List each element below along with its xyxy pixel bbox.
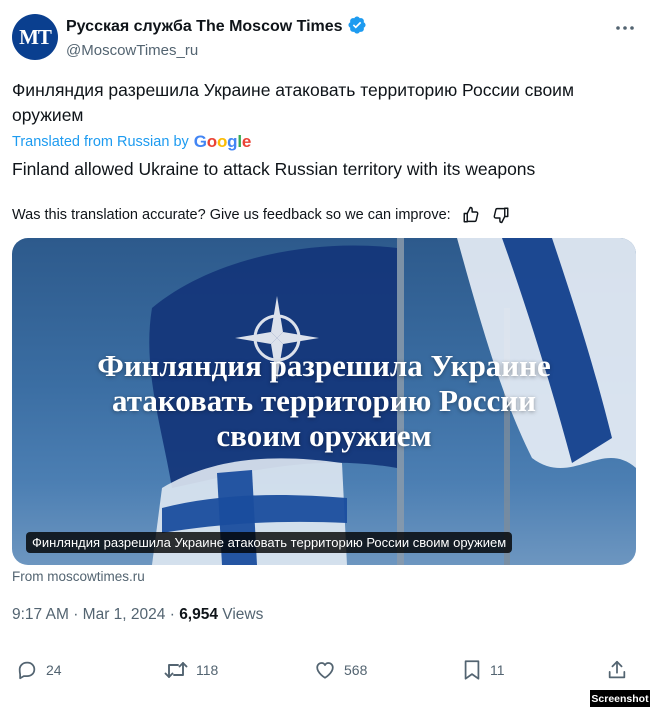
headline-line-3: своим оружием xyxy=(216,418,432,453)
link-card[interactable]: Финляндия разрешила Украине атаковать те… xyxy=(12,238,636,565)
author-handle[interactable]: @MoscowTimes_ru xyxy=(66,42,367,59)
tweet-translation: Finland allowed Ukraine to attack Russia… xyxy=(12,159,536,179)
thumbs-up-icon[interactable] xyxy=(461,205,481,225)
headline-line-2: атаковать территорию России xyxy=(112,383,536,418)
card-source[interactable]: From moscowtimes.ru xyxy=(12,569,145,584)
bookmark-count: 11 xyxy=(490,662,505,678)
feedback-prompt: Was this translation accurate? Give us f… xyxy=(12,207,451,223)
tweet-meta: 9:17 AM · Mar 1, 2024 · 6,954 Views xyxy=(12,606,263,624)
repost-icon xyxy=(164,662,188,678)
translation-feedback: Was this translation accurate? Give us f… xyxy=(12,205,511,225)
share-button[interactable] xyxy=(606,656,628,684)
translated-by[interactable]: Translated from Russian by Google xyxy=(12,132,251,152)
headline-line-1: Финляндия разрешила Украине xyxy=(97,348,551,383)
screenshot-badge: Screenshot xyxy=(590,690,650,707)
translated-label[interactable]: Translated from Russian by xyxy=(12,134,189,150)
reply-count: 24 xyxy=(46,662,62,678)
card-caption: Финляндия разрешила Украине атаковать те… xyxy=(26,532,513,553)
google-logo: Google xyxy=(193,132,252,151)
meta-separator: · xyxy=(169,606,175,623)
avatar[interactable]: MT xyxy=(12,14,58,60)
reply-icon xyxy=(18,661,36,680)
meta-separator: · xyxy=(73,606,79,623)
tweet-header: MT Русская служба The Moscow Times @Mosc… xyxy=(12,14,638,64)
repost-button[interactable]: 118 xyxy=(164,656,218,684)
display-name-text[interactable]: Русская служба The Moscow Times xyxy=(66,18,343,36)
verified-badge-icon xyxy=(347,15,367,40)
action-bar: 24 118 568 11 xyxy=(16,656,632,684)
views-label: Views xyxy=(222,606,264,623)
like-button[interactable]: 568 xyxy=(314,656,367,684)
card-headline: Финляндия разрешила Украине атаковать те… xyxy=(12,348,636,453)
reply-button[interactable]: 24 xyxy=(16,656,62,684)
share-icon xyxy=(608,660,626,679)
tweet-time[interactable]: 9:17 AM xyxy=(12,606,69,623)
author-display-name[interactable]: Русская служба The Moscow Times xyxy=(66,15,367,40)
thumbs-down-icon[interactable] xyxy=(491,205,511,225)
more-options-icon[interactable] xyxy=(612,18,638,38)
heart-icon xyxy=(316,662,334,679)
like-count: 568 xyxy=(344,662,368,678)
tweet-date[interactable]: Mar 1, 2024 xyxy=(83,606,166,623)
author-block: Русская служба The Moscow Times @MoscowT… xyxy=(66,15,367,59)
views-count: 6,954 xyxy=(179,606,218,623)
bookmark-button[interactable]: 11 xyxy=(462,656,505,684)
tweet-text: Финляндия разрешила Украине атаковать те… xyxy=(12,80,574,125)
repost-count: 118 xyxy=(196,662,219,678)
bookmark-icon xyxy=(464,660,480,680)
